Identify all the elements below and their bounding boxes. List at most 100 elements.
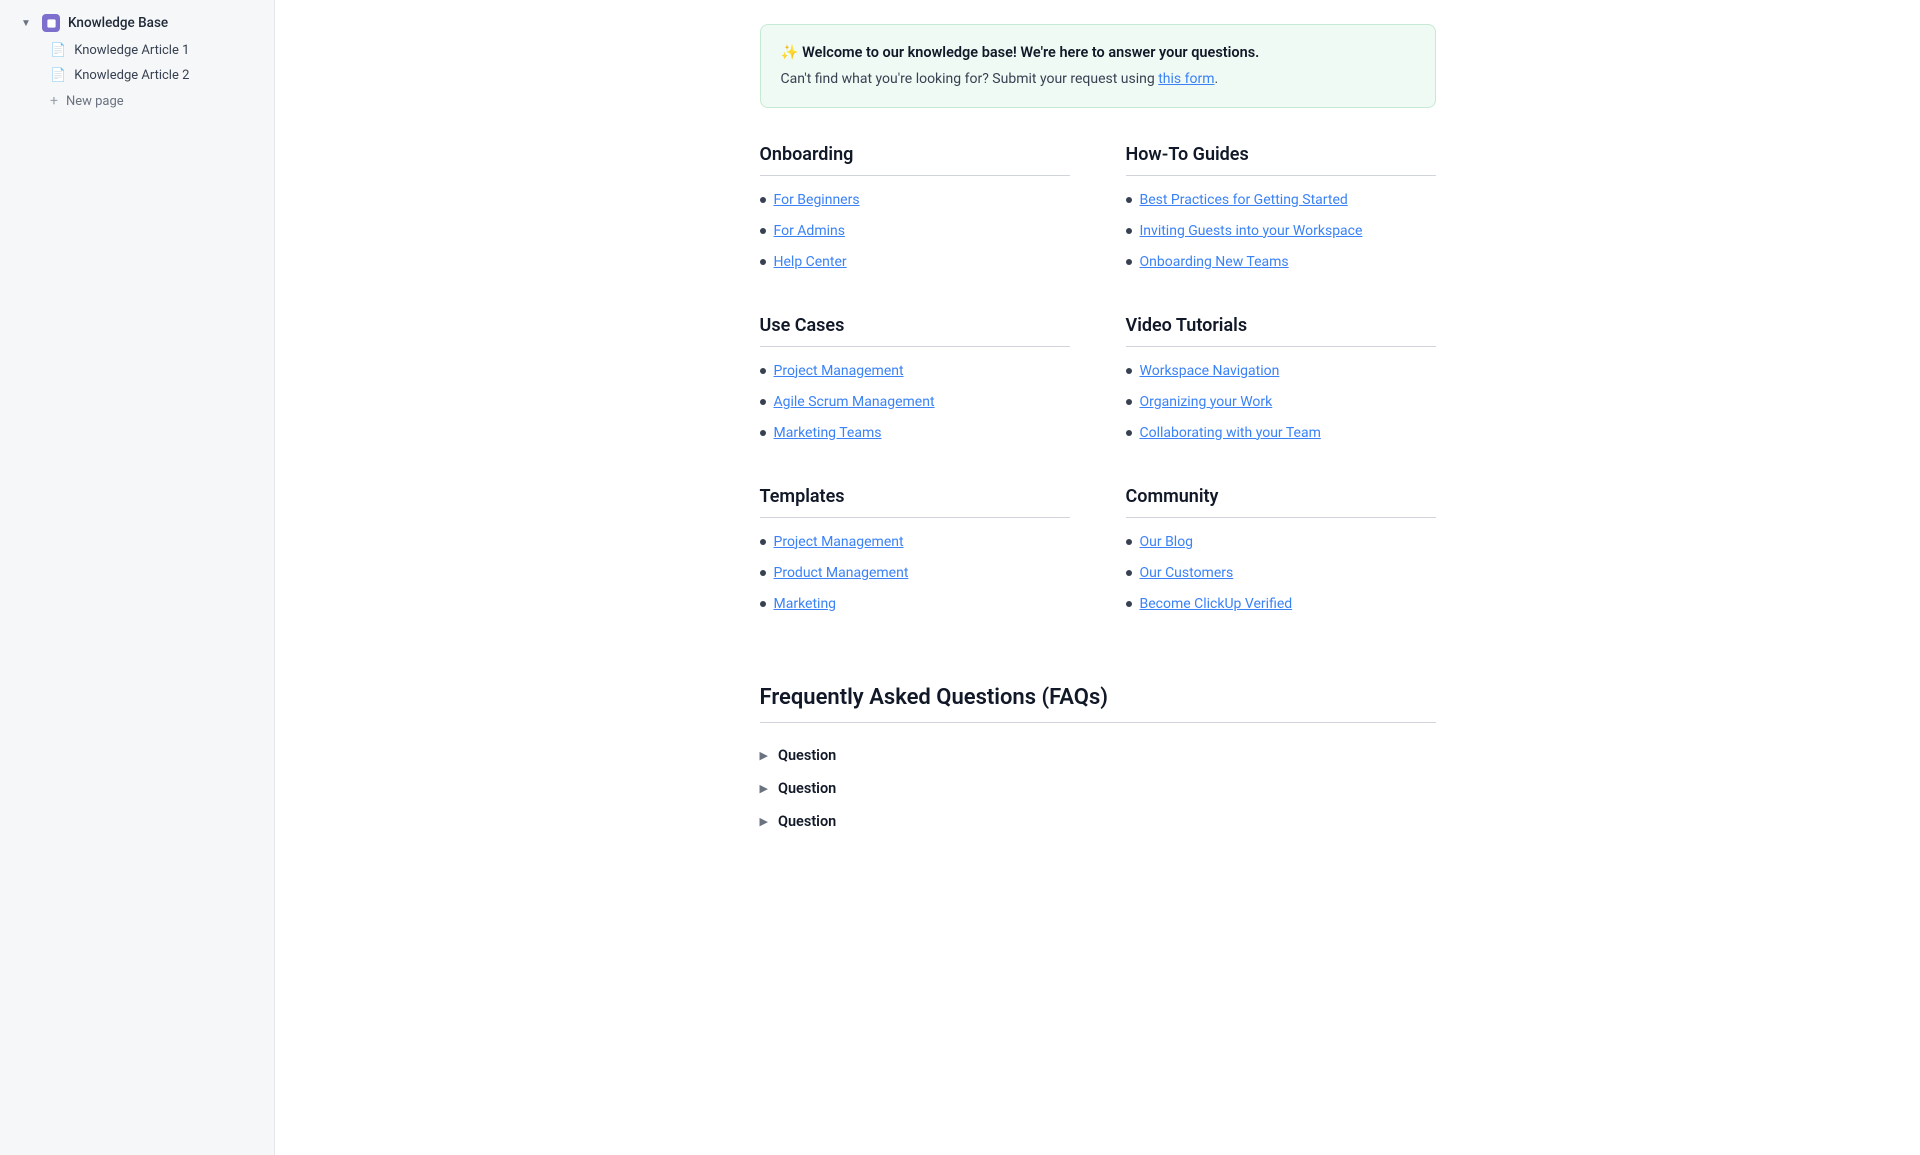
section-divider-how-to-guides [1126, 175, 1436, 176]
bullet-icon [1126, 539, 1132, 545]
chevron-down-icon: ▼ [18, 15, 34, 31]
new-page-label: New page [66, 94, 124, 109]
section-link-video-tutorials-1[interactable]: Organizing your Work [1140, 392, 1273, 413]
section-link-use-cases-0[interactable]: Project Management [774, 361, 904, 382]
welcome-title: ✨ Welcome to our knowledge base! We're h… [781, 41, 1415, 64]
section-link-templates-0[interactable]: Project Management [774, 532, 904, 553]
list-item: Our Customers [1126, 563, 1436, 584]
section-divider-video-tutorials [1126, 346, 1436, 347]
sidebar-kb-label: Knowledge Base [68, 15, 168, 31]
bullet-icon [760, 430, 766, 436]
bullet-icon [1126, 368, 1132, 374]
list-item: Agile Scrum Management [760, 392, 1070, 413]
welcome-heading: Welcome to our knowledge base! We're her… [802, 44, 1259, 61]
bullet-icon [760, 228, 766, 234]
list-item: For Beginners [760, 190, 1070, 211]
faq-items: ▶Question▶Question▶Question [760, 739, 1436, 838]
bullet-icon [760, 601, 766, 607]
section-divider-community [1126, 517, 1436, 518]
section-link-video-tutorials-2[interactable]: Collaborating with your Team [1140, 423, 1321, 444]
bullet-icon [760, 570, 766, 576]
section-divider-use-cases [760, 346, 1070, 347]
section-link-onboarding-1[interactable]: For Admins [774, 221, 845, 242]
section-link-onboarding-0[interactable]: For Beginners [774, 190, 860, 211]
faq-item-0[interactable]: ▶ Question [760, 739, 1436, 772]
faq-question-2: Question [778, 813, 836, 830]
list-item: Inviting Guests into your Workspace [1126, 221, 1436, 242]
section-community: Community Our Blog Our Customers Become Cli… [1126, 486, 1436, 625]
chevron-right-icon: ▶ [760, 749, 768, 762]
section-title-how-to-guides: How-To Guides [1126, 144, 1436, 165]
main-content: ✨ Welcome to our knowledge base! We're h… [275, 0, 1920, 1155]
section-link-how-to-guides-0[interactable]: Best Practices for Getting Started [1140, 190, 1348, 211]
section-links-templates: Project Management Product Management Mark… [760, 532, 1070, 615]
list-item: Our Blog [1126, 532, 1436, 553]
faq-divider [760, 722, 1436, 723]
section-how-to-guides: How-To Guides Best Practices for Getting … [1126, 144, 1436, 283]
new-page-button[interactable]: + New page [6, 88, 268, 114]
sections-grid: OnboardingFor BeginnersFor AdminsHelp Ce… [760, 144, 1436, 657]
faq-title: Frequently Asked Questions (FAQs) [760, 685, 1436, 710]
welcome-icon: ✨ [781, 44, 799, 61]
list-item: Organizing your Work [1126, 392, 1436, 413]
sidebar-article-1[interactable]: 📄 Knowledge Article 1 [6, 38, 268, 63]
welcome-banner: ✨ Welcome to our knowledge base! We're h… [760, 24, 1436, 108]
welcome-subtitle: Can't find what you're looking for? Subm… [781, 68, 1415, 90]
plus-icon: + [50, 93, 58, 109]
section-link-how-to-guides-2[interactable]: Onboarding New Teams [1140, 252, 1289, 273]
section-use-cases: Use Cases Project Management Agile Scrum M… [760, 315, 1070, 454]
bullet-icon [760, 259, 766, 265]
list-item: Become ClickUp Verified [1126, 594, 1436, 615]
list-item: Marketing [760, 594, 1070, 615]
section-video-tutorials: Video Tutorials Workspace Navigation Organ… [1126, 315, 1436, 454]
doc-icon-1: 📄 [50, 43, 66, 58]
section-link-templates-2[interactable]: Marketing [774, 594, 837, 615]
bullet-icon [1126, 430, 1132, 436]
section-link-community-0[interactable]: Our Blog [1140, 532, 1194, 553]
section-title-video-tutorials: Video Tutorials [1126, 315, 1436, 336]
kb-icon [42, 14, 60, 32]
bullet-icon [760, 539, 766, 545]
section-link-templates-1[interactable]: Product Management [774, 563, 909, 584]
section-links-how-to-guides: Best Practices for Getting Started Inviti… [1126, 190, 1436, 273]
faq-section: Frequently Asked Questions (FAQs) ▶ Quest… [760, 685, 1436, 838]
faq-item-2[interactable]: ▶ Question [760, 805, 1436, 838]
section-title-community: Community [1126, 486, 1436, 507]
list-item: Onboarding New Teams [1126, 252, 1436, 273]
faq-item-1[interactable]: ▶Question [760, 772, 1436, 805]
list-item: Product Management [760, 563, 1070, 584]
list-item: Workspace Navigation [1126, 361, 1436, 382]
bullet-icon [1126, 570, 1132, 576]
section-links-use-cases: Project Management Agile Scrum Management… [760, 361, 1070, 444]
sidebar-article-label-2: Knowledge Article 2 [74, 68, 189, 83]
section-link-use-cases-2[interactable]: Marketing Teams [774, 423, 882, 444]
welcome-link[interactable]: this form [1158, 71, 1214, 87]
section-link-onboarding-2[interactable]: Help Center [774, 252, 847, 273]
section-links-community: Our Blog Our Customers Become ClickUp Veri… [1126, 532, 1436, 615]
section-link-community-2[interactable]: Become ClickUp Verified [1140, 594, 1293, 615]
bullet-icon [1126, 601, 1132, 607]
section-divider-onboarding [760, 175, 1070, 176]
section-onboarding: OnboardingFor BeginnersFor AdminsHelp Ce… [760, 144, 1070, 283]
section-links-onboarding: For Beginners For Admins Help Center [760, 190, 1070, 273]
section-links-video-tutorials: Workspace Navigation Organizing your Work… [1126, 361, 1436, 444]
bullet-icon [1126, 259, 1132, 265]
sidebar-article-2[interactable]: 📄 Knowledge Article 2 [6, 63, 268, 88]
section-divider-templates [760, 517, 1070, 518]
section-templates: Templates Project Management Product Manag… [760, 486, 1070, 625]
list-item: For Admins [760, 221, 1070, 242]
sidebar-kb-root[interactable]: ▼ Knowledge Base [6, 8, 268, 38]
section-link-how-to-guides-1[interactable]: Inviting Guests into your Workspace [1140, 221, 1363, 242]
sidebar: ▼ Knowledge Base 📄 Knowledge Article 1 📄… [0, 0, 275, 1155]
section-link-video-tutorials-0[interactable]: Workspace Navigation [1140, 361, 1280, 382]
faq-question-0: Question [778, 747, 836, 764]
list-item: Project Management [760, 532, 1070, 553]
list-item: Marketing Teams [760, 423, 1070, 444]
section-title-use-cases: Use Cases [760, 315, 1070, 336]
chevron-right-icon: ▶ [760, 815, 768, 828]
list-item: Best Practices for Getting Started [1126, 190, 1436, 211]
section-title-templates: Templates [760, 486, 1070, 507]
section-link-use-cases-1[interactable]: Agile Scrum Management [774, 392, 935, 413]
section-link-community-1[interactable]: Our Customers [1140, 563, 1234, 584]
list-item: Collaborating with your Team [1126, 423, 1436, 444]
